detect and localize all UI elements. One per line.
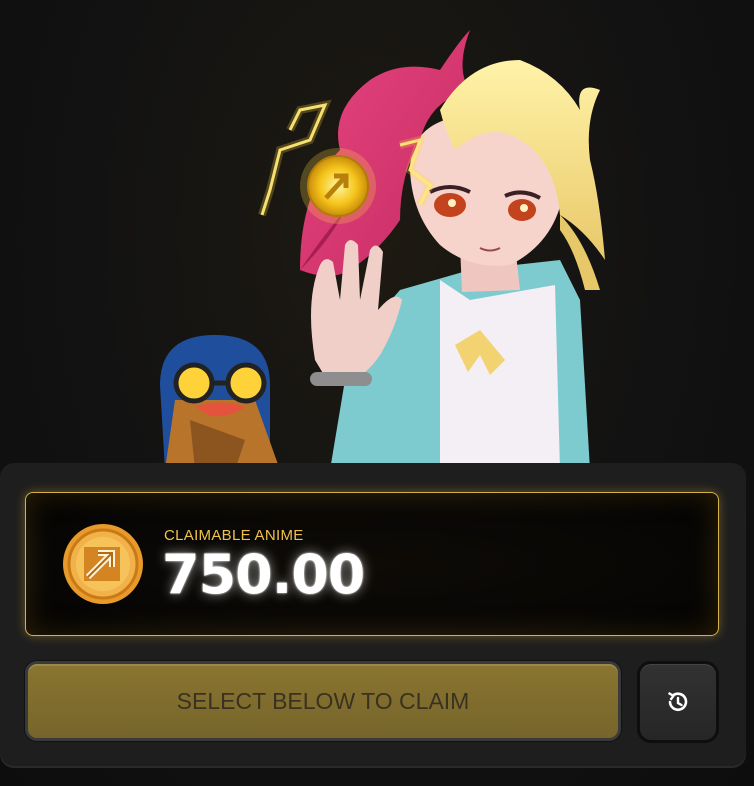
claimable-card: CLAIMABLE ANIME 750.00 [25, 492, 719, 636]
claim-panel: CLAIMABLE ANIME 750.00 SELECT BELOW TO C… [0, 463, 746, 768]
claimable-amount: 750.00 [162, 543, 365, 606]
anime-coin-icon [62, 523, 144, 605]
hero-illustration [0, 0, 754, 470]
history-icon [667, 691, 688, 711]
history-button[interactable] [637, 661, 719, 743]
claimable-label: CLAIMABLE ANIME [164, 527, 304, 544]
hero-artwork [160, 30, 605, 470]
select-to-claim-button[interactable]: SELECT BELOW TO CLAIM [25, 661, 621, 741]
